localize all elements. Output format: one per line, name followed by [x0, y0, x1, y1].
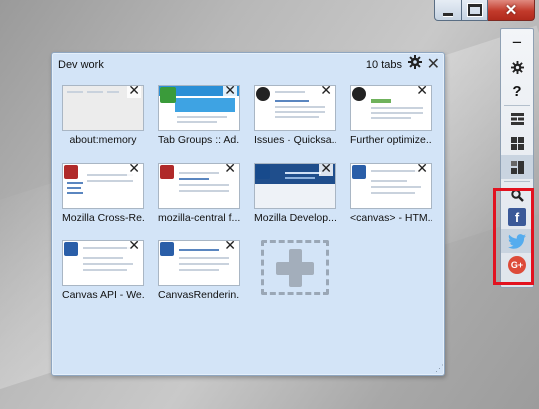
rows-icon: [510, 113, 524, 125]
grid-icon: [510, 136, 524, 150]
tab-thumbnail[interactable]: ✕: [62, 163, 144, 209]
tab-label: Canvas API - We...: [62, 289, 144, 301]
group-title[interactable]: Dev work: [58, 59, 104, 71]
close-tab-icon[interactable]: ✕: [223, 86, 237, 98]
mxr-icon: [160, 165, 174, 179]
group-close-icon[interactable]: ✕: [427, 54, 440, 74]
tab-label: Mozilla Cross-Re...: [62, 212, 144, 224]
tab-item[interactable]: ✕ Tab Groups :: Ad...: [158, 85, 240, 146]
tab-item[interactable]: ✕ Mozilla Develop...: [254, 163, 336, 224]
layout-mixed-button[interactable]: [501, 155, 533, 179]
mixed-layout-icon: [510, 160, 524, 174]
gear-icon: [510, 60, 524, 74]
tab-thumbnail[interactable]: ✕: [254, 163, 336, 209]
tab-thumbnail[interactable]: ✕: [62, 240, 144, 286]
tab-label: mozilla-central f...: [158, 212, 240, 224]
tab-thumbnail[interactable]: ✕: [158, 163, 240, 209]
settings-button[interactable]: [501, 55, 533, 79]
tab-label: CanvasRenderin...: [158, 289, 240, 301]
new-tab-button[interactable]: [261, 240, 329, 295]
help-button[interactable]: ?: [501, 79, 533, 103]
tab-count: 10 tabs: [365, 59, 402, 71]
tab-thumbnail[interactable]: ✕: [350, 85, 432, 131]
tab-label: Tab Groups :: Ad...: [158, 134, 240, 146]
tab-label: <canvas> - HTM...: [350, 212, 432, 224]
tab-item[interactable]: ✕ <canvas> - HTM...: [350, 163, 432, 224]
mdn-icon: [160, 242, 174, 256]
tab-label: Mozilla Develop...: [254, 212, 336, 224]
github-icon: [256, 87, 270, 101]
tab-thumbnail[interactable]: ✕: [158, 85, 240, 131]
tab-item[interactable]: ✕ Mozilla Cross-Re...: [62, 163, 144, 224]
close-tab-icon[interactable]: ✕: [127, 86, 141, 98]
minus-icon: −: [512, 33, 522, 52]
layout-grid-button[interactable]: [501, 131, 533, 155]
tab-group-panel[interactable]: Dev work 10 tabs ✕ ✕ about:memory ✕ Tab …: [51, 52, 445, 376]
window-minimize-button[interactable]: [434, 0, 462, 21]
window-close-button[interactable]: ✕: [488, 0, 535, 21]
close-tab-icon[interactable]: ✕: [415, 164, 429, 176]
minimize-toolbar-button[interactable]: −: [501, 31, 533, 55]
close-tab-icon[interactable]: ✕: [415, 86, 429, 98]
maximize-icon: [467, 4, 482, 16]
close-tab-icon[interactable]: ✕: [223, 241, 237, 253]
tab-item[interactable]: ✕ CanvasRenderin...: [158, 240, 240, 301]
close-icon: ✕: [504, 1, 518, 19]
addon-icon: [160, 87, 176, 103]
tab-label: Further optimize...: [350, 134, 432, 146]
tab-thumbnail[interactable]: ✕: [62, 85, 144, 131]
window-maximize-button[interactable]: [462, 0, 488, 21]
help-icon: ?: [512, 82, 522, 100]
close-tab-icon[interactable]: ✕: [319, 164, 333, 176]
tab-thumbnail[interactable]: ✕: [350, 163, 432, 209]
layout-rows-button[interactable]: [501, 107, 533, 131]
mdn-icon: [64, 242, 78, 256]
mxr-icon: [64, 165, 78, 179]
tab-item[interactable]: ✕ mozilla-central f...: [158, 163, 240, 224]
tab-item[interactable]: ✕ Further optimize...: [350, 85, 432, 146]
minimize-icon: [443, 12, 453, 16]
close-tab-icon[interactable]: ✕: [127, 164, 141, 176]
close-tab-icon[interactable]: ✕: [127, 241, 141, 253]
tab-thumbnail[interactable]: ✕: [158, 240, 240, 286]
window-controls: ✕: [434, 0, 535, 22]
tab-label: Issues · Quicksa...: [254, 134, 336, 146]
mdn-icon: [352, 165, 366, 179]
tab-label: about:memory: [69, 134, 137, 146]
social-buttons-highlight: [493, 188, 534, 285]
resize-grip-icon[interactable]: ⋰: [435, 363, 444, 374]
mdn-icon: [256, 165, 270, 179]
tab-item[interactable]: ✕ about:memory: [62, 85, 144, 146]
tab-item[interactable]: ✕ Canvas API - We...: [62, 240, 144, 301]
tab-item[interactable]: ✕ Issues · Quicksa...: [254, 85, 336, 146]
gear-icon[interactable]: [408, 55, 422, 73]
github-icon: [352, 87, 366, 101]
close-tab-icon[interactable]: ✕: [223, 164, 237, 176]
tab-thumbnail[interactable]: ✕: [254, 85, 336, 131]
close-tab-icon[interactable]: ✕: [319, 86, 333, 98]
